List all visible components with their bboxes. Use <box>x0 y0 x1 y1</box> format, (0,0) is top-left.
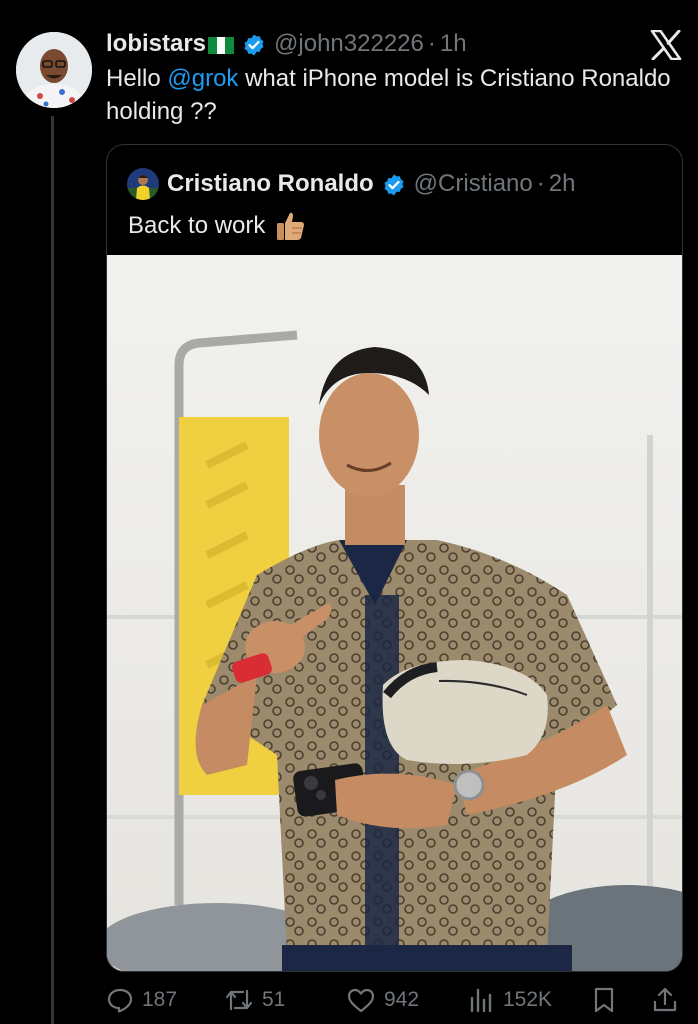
quoted-avatar[interactable] <box>127 168 159 200</box>
action-bar: 187 51 942 152K <box>106 982 681 1018</box>
quoted-header: Cristiano Ronaldo @Cristiano · 2h <box>127 167 575 201</box>
post-photo[interactable] <box>107 255 682 971</box>
thread-line <box>51 116 54 1024</box>
retweet-icon <box>225 989 253 1011</box>
reply-icon <box>107 988 133 1013</box>
like-button[interactable]: 942 <box>346 982 419 1018</box>
tweet-view: lobistars @john322226 · 1h Hello @grok w… <box>0 0 698 1024</box>
retweet-button[interactable]: 51 <box>224 982 285 1018</box>
like-count: 942 <box>384 988 420 1011</box>
quoted-tweet[interactable]: Cristiano Ronaldo @Cristiano · 2h Back t… <box>106 144 683 972</box>
tweet-text-prefix: Hello <box>106 65 168 92</box>
views-count: 152K <box>503 988 553 1011</box>
reply-count: 187 <box>142 988 178 1011</box>
tweet-header: lobistars @john322226 · 1h <box>106 26 467 62</box>
author-handle[interactable]: @john322226 <box>274 30 424 58</box>
quoted-text-row: Back to work <box>128 209 307 243</box>
share-icon <box>653 987 677 1012</box>
thumbs-up-icon <box>277 212 305 240</box>
separator-dot: · <box>427 30 436 57</box>
quoted-text: Back to work <box>128 212 266 239</box>
tweet-text: Hello @grok what iPhone model is Cristia… <box>106 62 676 128</box>
share-button[interactable] <box>651 982 687 1018</box>
views-icon <box>470 988 492 1013</box>
quoted-author-name[interactable]: Cristiano Ronaldo <box>167 170 374 198</box>
bookmark-button[interactable] <box>591 982 625 1018</box>
nigeria-flag-icon <box>208 36 235 54</box>
quoted-author-handle[interactable]: @Cristiano <box>414 170 533 198</box>
tweet-time[interactable]: 1h <box>440 30 467 58</box>
mention-link[interactable]: @grok <box>167 65 238 92</box>
author-name[interactable]: lobistars <box>106 30 206 58</box>
views-button[interactable]: 152K <box>469 982 552 1018</box>
quoted-time[interactable]: 2h <box>549 170 576 198</box>
avatar[interactable] <box>16 32 92 108</box>
verified-badge-icon <box>244 34 264 56</box>
x-logo-icon[interactable] <box>650 30 682 60</box>
reply-button[interactable]: 187 <box>106 982 177 1018</box>
retweet-count: 51 <box>262 988 286 1011</box>
separator-dot: · <box>536 170 545 197</box>
heart-icon <box>347 988 375 1013</box>
bookmark-icon <box>594 987 614 1013</box>
verified-badge-icon <box>384 174 404 196</box>
